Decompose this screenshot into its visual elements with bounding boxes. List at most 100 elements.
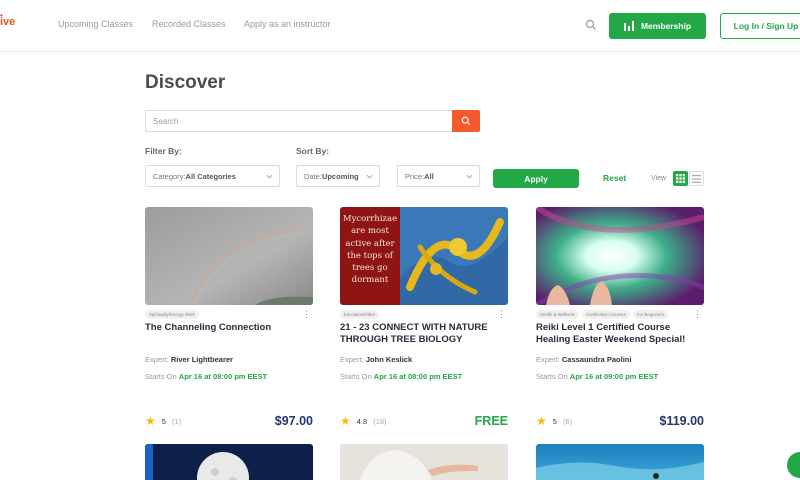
top-navbar: • ive Upcoming Classes Recorded Classes … [0, 0, 800, 52]
logo-mark-icon: • [0, 11, 3, 20]
starts-label: Starts On [536, 372, 568, 381]
reiki-light-photo [536, 207, 704, 305]
chevron-down-icon [266, 174, 273, 179]
image-caption: Mycorrhizae are most active after the to… [342, 214, 398, 286]
starts-label: Starts On [145, 372, 177, 381]
category-tag[interactable]: Health & Wellness [536, 310, 580, 319]
chevron-down-icon [366, 174, 373, 179]
logo[interactable]: • ive [0, 11, 15, 28]
card-rating: ★ 5 (1) [145, 415, 181, 427]
more-vertical-icon[interactable]: ⋮ [693, 310, 702, 319]
expert-label: Expert: [340, 355, 364, 364]
page-title: Discover [145, 72, 226, 93]
tag-list: Health & Wellness Certification Courses … [536, 310, 668, 319]
category-select[interactable]: Category: All Categories [145, 165, 280, 187]
list-view-button[interactable] [689, 171, 704, 186]
card-title[interactable]: The Channeling Connection [145, 322, 307, 334]
starts-label: Starts On [340, 372, 372, 381]
grid-view-button[interactable] [673, 171, 688, 186]
category-prefix: Category: [153, 171, 186, 181]
price-value: All [424, 171, 434, 181]
start-datetime: Apr 16 at 09:00 pm EEST [569, 372, 659, 381]
class-card[interactable]: Health & Wellness Certification Courses … [536, 207, 704, 432]
view-label: View [651, 175, 667, 182]
expert-name[interactable]: John Keslick [366, 355, 412, 364]
class-card[interactable]: Mycorrhizae are most active after the to… [340, 207, 508, 432]
category-tag[interactable]: For Beginners [632, 310, 668, 319]
price-prefix: Price: [405, 171, 425, 181]
card-start-time: Starts On Apr 16 at 09:00 pm EEST [536, 372, 658, 381]
rating-score: 4.8 [356, 416, 368, 426]
apply-label: Apply [524, 173, 548, 184]
star-icon: ★ [145, 414, 156, 428]
star-icon: ★ [536, 414, 547, 428]
card-expert: Expert: Cassaundra Paolini [536, 355, 631, 364]
search-icon [461, 116, 471, 126]
class-card-image[interactable] [536, 444, 704, 480]
date-prefix: Date: [304, 171, 322, 181]
review-count: (6) [562, 416, 573, 426]
login-label: Log In / Sign Up [733, 21, 799, 31]
expert-name[interactable]: River Lightbearer [171, 355, 233, 364]
card-start-time: Starts On Apr 16 at 08:00 pm EEST [340, 372, 462, 381]
card-price: FREE [474, 414, 508, 428]
nav-recorded-classes[interactable]: Recorded Classes [152, 19, 226, 29]
card-start-time: Starts On Apr 16 at 08:00 pm EEST [145, 372, 267, 381]
card-expert: Expert: River Lightbearer [145, 355, 233, 364]
rating-score: 5 [552, 416, 557, 426]
sort-by-label: Sort By: [296, 146, 330, 156]
tag-list: Spirituality/Energy Work [145, 310, 199, 319]
category-tag[interactable]: Certification Courses [582, 310, 630, 319]
review-count: (18) [373, 416, 387, 426]
class-card[interactable]: Spirituality/Energy Work ⋮ The Channelin… [145, 207, 313, 432]
more-vertical-icon[interactable]: ⋮ [302, 310, 311, 319]
list-view-icon [692, 174, 701, 183]
filter-by-label: Filter By: [145, 146, 182, 156]
nav-upcoming-classes[interactable]: Upcoming Classes [58, 19, 133, 29]
rating-score: 5 [161, 416, 166, 426]
card-price: $97.00 [274, 414, 313, 428]
membership-label: Membership [640, 21, 692, 31]
card-rating: ★ 5 (6) [536, 415, 572, 427]
chat-icon[interactable] [787, 452, 800, 478]
card-image[interactable]: Mycorrhizae are most active after the to… [340, 207, 508, 305]
login-signup-button[interactable]: Log In / Sign Up [720, 13, 800, 39]
hands-photo [340, 444, 508, 480]
more-vertical-icon[interactable]: ⋮ [497, 310, 506, 319]
membership-button[interactable]: Membership [609, 13, 706, 39]
nav-apply-instructor[interactable]: Apply as an instructor [244, 19, 331, 29]
tag-list: Education/Other [340, 310, 380, 319]
star-icon: ★ [340, 414, 351, 428]
search-icon[interactable] [585, 19, 597, 31]
apply-button[interactable]: Apply [493, 169, 579, 188]
card-image[interactable] [145, 207, 313, 305]
category-tag[interactable]: Education/Other [340, 310, 380, 319]
date-value: Upcoming [321, 171, 359, 181]
expert-label: Expert: [536, 355, 560, 364]
class-card-image[interactable] [340, 444, 508, 480]
search-button[interactable] [452, 110, 480, 132]
page: • ive Upcoming Classes Recorded Classes … [0, 0, 800, 480]
start-datetime: Apr 16 at 08:00 pm EEST [178, 372, 268, 381]
membership-icon [623, 21, 634, 31]
grid-view-icon [676, 174, 685, 183]
date-select[interactable]: Date: Upcoming [296, 165, 380, 187]
reset-link[interactable]: Reset [603, 173, 626, 183]
expert-label: Expert: [145, 355, 169, 364]
ocean-photo [536, 444, 704, 480]
search-input[interactable] [145, 110, 452, 132]
start-datetime: Apr 16 at 08:00 pm EEST [373, 372, 463, 381]
card-image[interactable] [536, 207, 704, 305]
rainbow-photo [145, 207, 313, 305]
card-expert: Expert: John Keslick [340, 355, 412, 364]
card-price: $119.00 [659, 414, 705, 428]
class-card-image[interactable] [145, 444, 313, 480]
expert-name[interactable]: Cassaundra Paolini [562, 355, 632, 364]
category-tag[interactable]: Spirituality/Energy Work [145, 310, 199, 319]
price-select[interactable]: Price: All [397, 165, 480, 187]
review-count: (1) [171, 416, 182, 426]
moon-photo [145, 444, 313, 480]
card-title[interactable]: Reiki Level 1 Certified Course Healing E… [536, 322, 698, 346]
card-title[interactable]: 21 - 23 CONNECT WITH NATURE THROUGH TREE… [340, 322, 502, 346]
category-value: All Categories [185, 171, 236, 181]
